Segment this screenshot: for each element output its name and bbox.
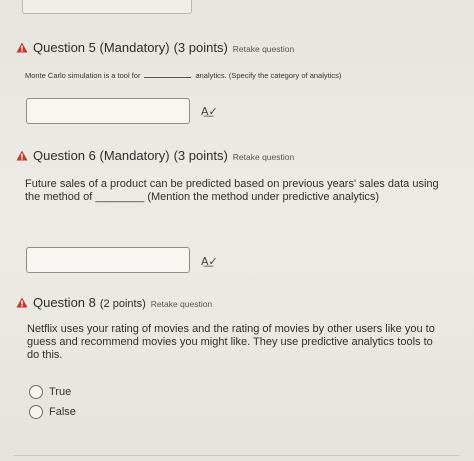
question-6-header: Question 6 (Mandatory) (3 points) Retake… (16, 148, 294, 163)
divider (14, 455, 459, 456)
question-5-text: Monte Carlo simulation is a tool for anal… (25, 71, 342, 80)
option-true-label: True (49, 386, 72, 398)
previous-answer-field[interactable] (22, 0, 192, 14)
question-8-text: Netflix uses your rating of movies and t… (27, 323, 435, 361)
question-8-points: (2 points) (99, 298, 146, 310)
question-6-answer-input[interactable] (26, 247, 190, 273)
question-6-title: Question 6 (Mandatory) (33, 148, 170, 163)
option-true[interactable]: True (29, 385, 71, 399)
question-5-header: Question 5 (Mandatory) (3 points) Retake… (16, 40, 294, 55)
question-5-retake-link[interactable]: Retake question (233, 44, 294, 54)
question-8-header: Question 8 (2 points) Retake question (16, 295, 212, 310)
question-5-blank (144, 77, 192, 78)
warning-icon (16, 150, 28, 161)
question-6-points: (3 points) (173, 148, 228, 163)
option-false-label: False (49, 406, 76, 418)
warning-icon (16, 42, 28, 53)
question-5-title: Question 5 (Mandatory) (33, 40, 170, 55)
radio-true[interactable] (29, 385, 43, 399)
question-5-points: (3 points) (173, 40, 228, 55)
quiz-page: Question 5 (Mandatory) (3 points) Retake… (0, 0, 474, 461)
question-6-text: Future sales of a product can be predict… (25, 178, 439, 203)
option-false[interactable]: False (29, 405, 76, 419)
radio-false[interactable] (29, 405, 43, 419)
warning-icon (16, 297, 28, 308)
question-8-retake-link[interactable]: Retake question (151, 299, 212, 309)
question-6-retake-link[interactable]: Retake question (233, 152, 294, 162)
question-8-title: Question 8 (33, 295, 96, 310)
spellcheck-icon[interactable]: A͟✓ (201, 255, 218, 268)
spellcheck-icon[interactable]: A͟✓ (201, 105, 218, 118)
question-5-answer-input[interactable] (26, 98, 190, 124)
